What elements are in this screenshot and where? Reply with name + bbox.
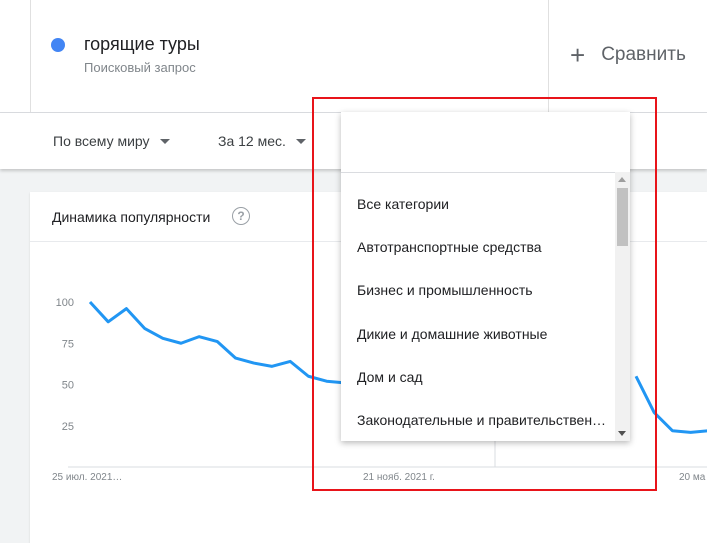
category-dropdown: Все категории Автотранспортные средства Би… bbox=[341, 112, 630, 441]
y-tick-label: 75 bbox=[62, 338, 74, 350]
category-option[interactable]: Все категории bbox=[341, 182, 615, 225]
search-term-type: Поисковый запрос bbox=[84, 60, 196, 75]
x-tick-label: 21 нояб. 2021 г. bbox=[363, 471, 435, 483]
category-option[interactable]: Дом и сад bbox=[341, 355, 615, 398]
period-filter[interactable]: За 12 мес. bbox=[218, 133, 306, 149]
x-tick-label: 25 июл. 2021… bbox=[52, 472, 122, 483]
category-option[interactable]: Дикие и домашние животные bbox=[341, 312, 615, 355]
region-filter-label: По всему миру bbox=[53, 133, 150, 149]
region-filter[interactable]: По всему миру bbox=[53, 133, 170, 149]
series-line bbox=[88, 300, 382, 386]
chevron-down-icon bbox=[159, 138, 170, 144]
y-tick-label: 50 bbox=[62, 380, 74, 392]
plus-icon: + bbox=[570, 40, 586, 70]
y-tick-label: 100 bbox=[56, 297, 74, 309]
scroll-down-icon[interactable] bbox=[618, 431, 626, 436]
search-term-name[interactable]: горящие туры bbox=[84, 34, 200, 55]
category-option[interactable]: Бизнес и промышленность bbox=[341, 269, 615, 312]
compare-label: Сравнить bbox=[601, 44, 686, 65]
x-tick-label: 20 ма bbox=[679, 472, 706, 483]
divider bbox=[548, 0, 549, 112]
scrollbar-thumb[interactable] bbox=[617, 188, 628, 246]
scrollbar[interactable] bbox=[615, 172, 630, 441]
chevron-down-icon bbox=[295, 138, 306, 144]
category-list: Все категории Автотранспортные средства Би… bbox=[341, 172, 615, 441]
category-option[interactable]: Автотранспортные средства bbox=[341, 225, 615, 268]
series-line bbox=[634, 375, 707, 434]
category-search-input[interactable] bbox=[341, 112, 630, 173]
category-option[interactable]: Законодательные и правительствен… bbox=[341, 398, 615, 441]
divider bbox=[30, 0, 31, 112]
period-filter-label: За 12 мес. bbox=[218, 133, 286, 149]
search-term-bar: горящие туры Поисковый запрос + Сравнить bbox=[0, 0, 707, 113]
compare-button[interactable]: + Сравнить bbox=[570, 40, 686, 70]
series-color-dot bbox=[51, 38, 65, 52]
y-tick-label: 25 bbox=[62, 421, 74, 433]
scroll-up-icon[interactable] bbox=[618, 177, 626, 182]
